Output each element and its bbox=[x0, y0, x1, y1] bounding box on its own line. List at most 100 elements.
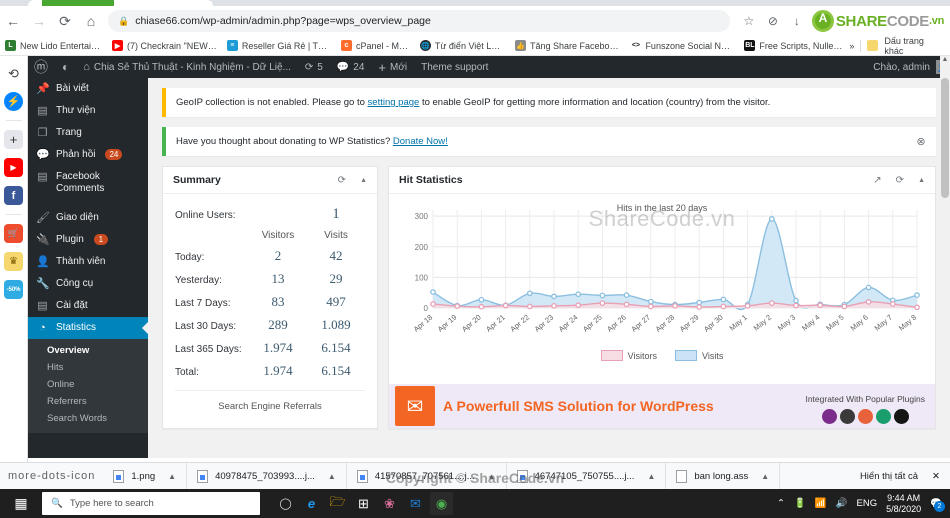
submenu-item-referrers[interactable]: Referrers bbox=[28, 393, 148, 410]
download-icon[interactable]: ↓ bbox=[794, 14, 800, 28]
wp-comments[interactable]: 💬 24 bbox=[330, 56, 372, 78]
volume-icon[interactable]: 🔊 bbox=[836, 498, 848, 509]
reload-button[interactable]: ⟳ bbox=[52, 8, 78, 34]
chevron-up-icon[interactable]: ▲ bbox=[328, 472, 336, 481]
taskbar-clock[interactable]: 9:44 AM 5/8/2020 bbox=[886, 493, 921, 515]
chevron-up-icon[interactable]: ▲ bbox=[647, 472, 655, 481]
youtube-icon[interactable]: ▶ bbox=[4, 158, 23, 177]
notifications-icon[interactable]: 💬 2 bbox=[930, 498, 945, 512]
chevron-up-icon[interactable]: ▲ bbox=[918, 177, 925, 184]
bookmark-item[interactable]: BL Free Scripts, Nulled... bbox=[739, 40, 849, 51]
donate-now-link[interactable]: Donate Now! bbox=[393, 136, 448, 147]
wp-account-area[interactable]: Chào, admin 👤 bbox=[873, 60, 950, 74]
wp-stats-icon[interactable]: ◐ bbox=[55, 56, 76, 78]
shopee-icon[interactable]: 🛒 bbox=[4, 224, 23, 243]
legend-item-visitors[interactable]: Visitors bbox=[600, 350, 657, 361]
download-item[interactable]: 41570857_707561....j... ▲ bbox=[347, 462, 507, 490]
chevron-up-icon[interactable]: ▲ bbox=[488, 472, 496, 481]
battery-icon[interactable]: 🔋 bbox=[794, 498, 806, 509]
bookmark-item[interactable]: 👍 Tăng Share Faceboo... bbox=[510, 40, 625, 51]
messenger-icon[interactable]: ⚡ bbox=[4, 92, 23, 111]
chevron-up-icon[interactable]: ▲ bbox=[761, 472, 769, 481]
tray-chevron-icon[interactable]: ⌃ bbox=[777, 498, 785, 509]
other-bookmarks-label[interactable]: Dấu trang khác bbox=[884, 36, 944, 56]
show-all-downloads-link[interactable]: Hiển thị tất cả bbox=[860, 471, 918, 482]
shield-block-icon[interactable]: ⊘ bbox=[762, 10, 784, 32]
wordpress-logo-icon[interactable]: ⓜ bbox=[28, 56, 55, 78]
tiki-sale-icon[interactable]: -50% bbox=[4, 280, 23, 299]
submenu-item-search-words[interactable]: Search Words bbox=[28, 410, 148, 427]
download-item[interactable]: 40978475_703993....j... ▲ bbox=[187, 462, 347, 490]
facebook-icon[interactable]: f bbox=[4, 186, 23, 205]
windows-start-icon[interactable]: ▦ bbox=[0, 489, 42, 518]
bookmark-item[interactable]: ▶ (7) Checkrain "NEW"... bbox=[107, 40, 222, 51]
chevron-up-icon[interactable]: ▲ bbox=[360, 177, 367, 184]
scroll-up-arrow[interactable]: ▲ bbox=[940, 56, 950, 63]
submenu-item-hits[interactable]: Hits bbox=[28, 359, 148, 376]
refresh-icon[interactable]: ⟳ bbox=[338, 175, 346, 186]
hit-statistics-header: Hit Statistics ↗ ⟳ ▲ bbox=[389, 167, 935, 194]
scrollbar-thumb[interactable] bbox=[941, 78, 949, 198]
wifi-icon[interactable]: 📶 bbox=[815, 498, 827, 509]
mail-icon[interactable]: ✉ bbox=[404, 492, 427, 515]
legend-item-visits[interactable]: Visits bbox=[675, 350, 723, 361]
sms-promo-banner[interactable]: ✉ A Powerfull SMS Solution for WordPress… bbox=[389, 384, 935, 428]
bookmark-item[interactable]: 🌐 Từ điển Việt Lào . bbox=[415, 40, 510, 51]
edge-icon[interactable]: e bbox=[300, 492, 323, 515]
bookmark-item[interactable]: L New Lido Entertain... bbox=[0, 40, 107, 51]
sidebar-item-settings[interactable]: ▤ Cài đặt bbox=[28, 295, 148, 317]
sidebar-item-pages[interactable]: ❐ Trang bbox=[28, 122, 148, 144]
address-bar[interactable]: 🔒 chiase66.com/wp-admin/admin.php?page=w… bbox=[108, 10, 730, 32]
external-link-icon[interactable]: ↗ bbox=[873, 175, 881, 186]
store-icon[interactable]: ⊞ bbox=[352, 492, 375, 515]
chevron-up-icon[interactable]: ▲ bbox=[168, 472, 176, 481]
updates-icon: ⟳ bbox=[304, 61, 314, 73]
sidebar-item-comments[interactable]: 💬 Phản hồi 24 bbox=[28, 144, 148, 166]
language-indicator[interactable]: ENG bbox=[857, 498, 878, 509]
sidebar-item-appearance[interactable]: 🖌 Giao diện bbox=[28, 207, 148, 229]
sidebar-item-users[interactable]: 👤 Thành viên bbox=[28, 251, 148, 273]
refresh-icon[interactable]: ⟳ bbox=[896, 175, 904, 186]
chrome-icon[interactable]: ◉ bbox=[430, 492, 453, 515]
history-icon[interactable]: ⟲ bbox=[4, 64, 23, 83]
sidebar-item-statistics[interactable]: ◔ Statistics bbox=[28, 317, 148, 339]
bookmark-item[interactable]: ≡ Reseller Giá Rẻ | Tối... bbox=[222, 40, 336, 51]
bookmark-item[interactable]: <> Funszone Social Net... bbox=[625, 40, 739, 51]
submenu-item-online[interactable]: Online bbox=[28, 376, 148, 393]
page-scrollbar[interactable]: ▲ bbox=[940, 56, 950, 458]
home-button[interactable]: ⌂ bbox=[78, 8, 104, 34]
download-item[interactable]: 1.png ▲ bbox=[103, 462, 188, 490]
game-icon[interactable]: ♛ bbox=[4, 252, 23, 271]
forward-button[interactable]: → bbox=[26, 8, 52, 34]
close-icon[interactable]: ✕ bbox=[932, 471, 940, 482]
cortana-icon[interactable]: ◯ bbox=[274, 492, 297, 515]
submenu-item-overview[interactable]: Overview bbox=[28, 342, 148, 359]
setting-page-link[interactable]: setting page bbox=[368, 97, 420, 108]
sidebar-item-tools[interactable]: 🔧 Công cụ bbox=[28, 273, 148, 295]
dismiss-notice-icon[interactable]: ⊗ bbox=[914, 135, 928, 149]
wp-site-link[interactable]: ⌂ Chia Sẻ Thủ Thuật - Kinh Nghiệm - Dữ L… bbox=[76, 56, 298, 78]
taskbar-search-input[interactable]: 🔍 Type here to search bbox=[42, 492, 260, 515]
add-icon[interactable]: + bbox=[4, 130, 23, 149]
sidebar-item-facebook-comments[interactable]: ▤ Facebook Comments bbox=[28, 166, 148, 200]
sidebar-item-plugins[interactable]: 🔌 Plugin 1 bbox=[28, 229, 148, 251]
wp-updates[interactable]: ⟳ 5 bbox=[298, 56, 330, 78]
svg-text:May 7: May 7 bbox=[873, 313, 894, 333]
wp-new-button[interactable]: + Mới bbox=[371, 56, 414, 78]
image-file-icon bbox=[113, 469, 125, 483]
sidebar-item-media[interactable]: ▤ Thư viện bbox=[28, 100, 148, 122]
download-item[interactable]: ban long.ass ▲ bbox=[666, 462, 781, 490]
bookmark-star-icon[interactable]: ☆ bbox=[738, 10, 760, 32]
back-button[interactable]: ← bbox=[0, 8, 26, 34]
summary-row: Yesterday: 13 29 bbox=[175, 267, 365, 290]
download-item[interactable]: 46747105_750755....j... ▲ bbox=[507, 462, 667, 490]
geoip-notice-text-before: GeoIP collection is not enabled. Please … bbox=[176, 97, 368, 108]
wp-theme-support[interactable]: Theme support bbox=[414, 56, 495, 78]
photos-icon[interactable]: ❀ bbox=[378, 492, 401, 515]
sidebar-item-posts[interactable]: 📌 Bài viết bbox=[28, 78, 148, 100]
bookmark-item[interactable]: c cPanel - Main bbox=[336, 40, 415, 51]
more-dots-icon[interactable]: more-dots-icon bbox=[0, 470, 103, 482]
bookmarks-overflow-icon[interactable]: » bbox=[849, 41, 854, 51]
file-explorer-icon[interactable]: 🗁 bbox=[326, 492, 349, 515]
svg-text:Apr 24: Apr 24 bbox=[557, 313, 580, 334]
